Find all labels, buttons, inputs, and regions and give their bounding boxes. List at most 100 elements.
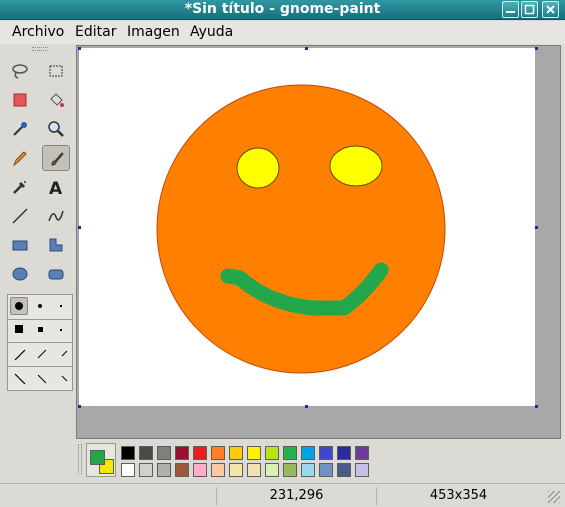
image-size: 453x354 <box>376 487 540 505</box>
resize-handle[interactable] <box>535 47 538 50</box>
palette-swatch[interactable] <box>265 463 279 477</box>
palette-swatch[interactable] <box>283 446 297 460</box>
palette-swatch[interactable] <box>121 446 135 460</box>
color-picker-tool[interactable] <box>6 116 34 142</box>
close-icon <box>546 5 555 14</box>
drawing-canvas[interactable] <box>79 48 535 406</box>
palette-swatch[interactable] <box>229 446 243 460</box>
palette-swatch[interactable] <box>157 446 171 460</box>
brush-round-medium[interactable] <box>38 304 42 308</box>
ellipse-icon <box>12 267 28 281</box>
palette-swatch[interactable] <box>301 463 315 477</box>
line-icon <box>12 208 28 224</box>
brush-round-large[interactable] <box>10 297 28 315</box>
palette-swatch[interactable] <box>229 463 243 477</box>
palette-area <box>76 440 561 480</box>
airbrush-tool[interactable] <box>6 174 34 200</box>
palette-swatch[interactable] <box>337 446 351 460</box>
polygon-tool[interactable] <box>42 232 70 258</box>
palette-swatch[interactable] <box>283 463 297 477</box>
resize-handle[interactable] <box>78 47 81 50</box>
palette-swatch[interactable] <box>139 463 153 477</box>
menu-ayuda[interactable]: Ayuda <box>190 24 233 40</box>
brush-square-large[interactable] <box>15 325 23 333</box>
palette-swatch[interactable] <box>175 463 189 477</box>
palette-swatch[interactable] <box>355 446 369 460</box>
rect-select-tool[interactable] <box>42 58 70 84</box>
smiley-right-eye <box>329 145 383 187</box>
fill-bucket-icon <box>50 93 64 107</box>
minimize-icon <box>506 11 515 13</box>
paintbrush-tool[interactable] <box>42 145 70 171</box>
menu-bar: Archivo Editar Imagen Ayuda <box>0 21 565 44</box>
rect-select-icon <box>49 65 63 77</box>
palette-swatch[interactable] <box>175 446 189 460</box>
fill-bucket-tool[interactable] <box>42 87 70 113</box>
toolbox-grip[interactable] <box>32 47 48 51</box>
resize-handle[interactable] <box>535 226 538 229</box>
palette-swatch[interactable] <box>193 463 207 477</box>
palette-swatch[interactable] <box>265 446 279 460</box>
cursor-position: 231,296 <box>216 487 376 505</box>
line-tool[interactable] <box>6 203 34 229</box>
menu-archivo[interactable]: Archivo <box>12 24 64 40</box>
airbrush-icon <box>13 181 26 194</box>
brush-square-small[interactable] <box>60 329 62 331</box>
curve-tool[interactable] <box>42 203 70 229</box>
zoom-tool[interactable] <box>42 116 70 142</box>
window-title: *Sin título - gnome-paint <box>184 1 381 17</box>
palette-swatch[interactable] <box>301 446 315 460</box>
menu-editar[interactable]: Editar <box>75 24 116 40</box>
pencil-tool[interactable] <box>6 145 34 171</box>
text-tool[interactable]: A <box>42 174 70 200</box>
brush-square-medium[interactable] <box>38 327 43 332</box>
palette-swatch[interactable] <box>139 446 153 460</box>
smiley-face <box>156 84 446 374</box>
resize-handle[interactable] <box>305 405 308 408</box>
lasso-select-icon <box>12 64 28 79</box>
palette-swatch[interactable] <box>193 446 207 460</box>
brush-round-small[interactable] <box>60 305 62 307</box>
resize-handle[interactable] <box>78 226 81 229</box>
text-icon: A <box>49 179 63 196</box>
brush-slash-row[interactable] <box>12 347 72 363</box>
maximize-icon <box>524 4 535 15</box>
palette-swatch[interactable] <box>319 446 333 460</box>
smiley-drawing <box>156 84 446 374</box>
zoom-icon <box>48 121 64 137</box>
rounded-rect-icon <box>48 269 64 280</box>
maximize-button[interactable] <box>521 1 538 18</box>
palette-swatch[interactable] <box>121 463 135 477</box>
eraser-tool[interactable] <box>6 87 34 113</box>
resize-handle[interactable] <box>305 47 308 50</box>
resize-grip[interactable] <box>548 491 560 503</box>
palette-swatch[interactable] <box>211 446 225 460</box>
palette-swatch[interactable] <box>157 463 171 477</box>
title-bar: *Sin título - gnome-paint <box>0 0 565 20</box>
polygon-icon <box>49 238 63 252</box>
status-bar: 231,296 453x354 <box>0 483 565 507</box>
minimize-button[interactable] <box>502 1 519 18</box>
palette-swatch[interactable] <box>247 446 261 460</box>
brush-backslash-row[interactable] <box>12 371 72 387</box>
lasso-select-tool[interactable] <box>6 58 34 84</box>
resize-handle[interactable] <box>78 405 81 408</box>
close-button[interactable] <box>542 1 559 18</box>
primary-color[interactable] <box>90 450 105 465</box>
brush-options-panel <box>7 294 73 391</box>
resize-handle[interactable] <box>535 405 538 408</box>
rounded-rect-tool[interactable] <box>42 261 70 287</box>
menu-imagen[interactable]: Imagen <box>127 24 180 40</box>
current-colors <box>86 443 116 477</box>
palette-swatch[interactable] <box>247 463 261 477</box>
pencil-icon <box>12 151 27 167</box>
palette-swatch[interactable] <box>337 463 351 477</box>
palette-grip[interactable] <box>78 444 82 474</box>
rectangle-tool[interactable] <box>6 232 34 258</box>
smiley-left-eye <box>236 147 280 189</box>
palette-swatch[interactable] <box>355 463 369 477</box>
palette-swatch[interactable] <box>211 463 225 477</box>
ellipse-tool[interactable] <box>6 261 34 287</box>
svg-text:A: A <box>49 179 63 196</box>
palette-swatch[interactable] <box>319 463 333 477</box>
